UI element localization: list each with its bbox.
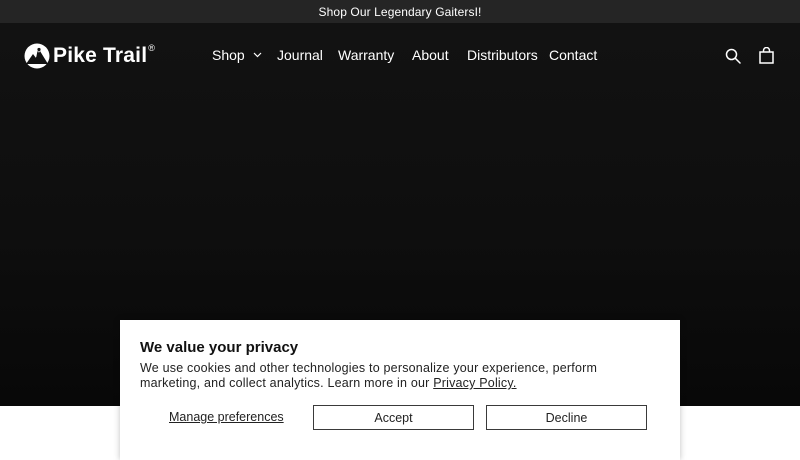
consent-body-text: We use cookies and other technologies to… [140,361,598,390]
nav-item-distributors-label: Distributors [467,47,538,63]
nav-item-journal-label: Journal [277,47,323,63]
nav-item-about-label: About [412,47,449,63]
nav-item-warranty[interactable]: Warranty [338,47,394,63]
nav-item-shop-label: Shop [212,47,245,63]
chevron-down-icon [253,52,262,58]
nav-item-contact[interactable]: Contact [549,47,597,63]
search-icon[interactable] [725,48,741,64]
cookie-consent-dialog: We value your privacy We use cookies and… [120,320,680,460]
nav-item-journal[interactable]: Journal [277,47,323,63]
cart-icon[interactable] [759,47,774,64]
nav-item-shop[interactable]: Shop [212,47,262,63]
nav-item-contact-label: Contact [549,47,598,63]
consent-title: We value your privacy [140,339,299,356]
accept-button[interactable]: Accept [313,405,474,430]
main-nav: Shop Journal Warranty About Distributors… [0,47,800,65]
consent-body: We use cookies and other technologies to… [140,361,660,391]
nav-item-warranty-label: Warranty [338,47,395,63]
announcement-bar[interactable]: Shop Our Legendary GaitersI! [0,0,800,23]
privacy-policy-link[interactable]: Privacy Policy. [433,376,516,390]
nav-item-distributors[interactable]: Distributors [467,47,538,63]
nav-item-about[interactable]: About [412,47,449,63]
site-header: Pike Trail ® Shop Journal Warranty About… [0,23,800,89]
announcement-text[interactable]: Shop Our Legendary GaitersI! [319,5,482,19]
decline-button[interactable]: Decline [486,405,647,430]
manage-preferences-button[interactable]: Manage preferences [169,410,284,424]
